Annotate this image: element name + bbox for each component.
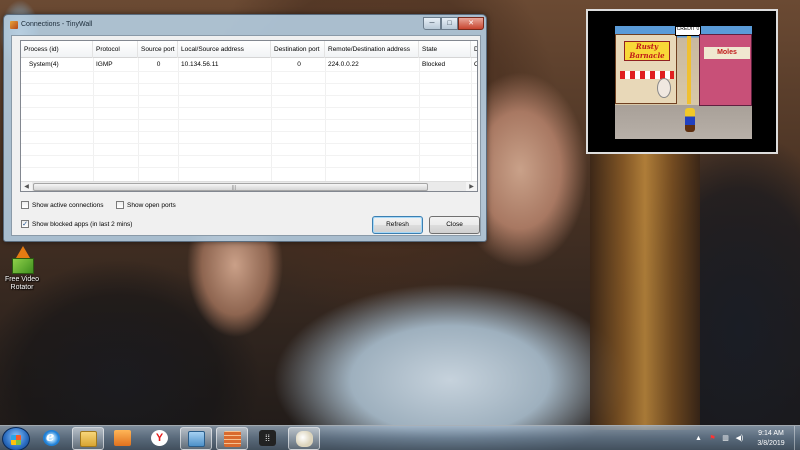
- credit-hud: CREDIT 0: [675, 26, 701, 36]
- scrollbar-grip-icon: |||: [232, 185, 236, 191]
- scrollbar-thumb[interactable]: |||: [33, 183, 428, 191]
- street-pole: [687, 36, 691, 104]
- shop-sign: Rusty Barnacle: [624, 41, 670, 61]
- cell-remote-address: 224.0.0.22: [328, 61, 359, 68]
- cell-protocol: IGMP: [96, 61, 113, 68]
- show-active-connections-checkbox[interactable]: Show active connections: [21, 201, 104, 209]
- taskbar-paint[interactable]: [288, 427, 320, 450]
- taskbar: e Y ⁞⁞ ▲ ⚑ ▥ ◀) 9:14 AM 3/8/2019: [0, 425, 800, 450]
- desktop-icon-free-video-rotator[interactable]: Free Video Rotator: [2, 246, 42, 292]
- paint-icon: [296, 431, 313, 447]
- yandex-browser-icon: Y: [151, 430, 168, 446]
- moles-building: Moles: [699, 34, 752, 106]
- connections-window: Connections - TinyWall ─ □ ✕ Process (id…: [3, 14, 487, 242]
- column-header-process[interactable]: Process (id): [21, 41, 93, 58]
- clock-date[interactable]: 3/8/2019: [752, 440, 790, 447]
- file-explorer-icon: [80, 431, 97, 447]
- video-rotator-icon: [8, 246, 36, 276]
- taskbar-blackberry[interactable]: ⁞⁞: [252, 427, 284, 450]
- moles-sign: Moles: [704, 47, 750, 59]
- player-character: [685, 108, 695, 132]
- show-open-ports-checkbox[interactable]: Show open ports: [116, 201, 176, 209]
- media-player-icon: [114, 430, 131, 446]
- internet-explorer-icon: e: [43, 430, 60, 446]
- connections-table[interactable]: Process (id) Protocol Source port Local/…: [20, 40, 478, 192]
- video-preview-window[interactable]: Rusty Barnacle CREDIT 0 Moles: [586, 9, 778, 154]
- checkbox-label: Show open ports: [127, 201, 176, 209]
- close-button[interactable]: Close: [429, 216, 480, 234]
- clock-time[interactable]: 9:14 AM: [752, 430, 790, 437]
- scroll-right-button[interactable]: ▶: [466, 182, 477, 191]
- start-button[interactable]: [2, 427, 30, 450]
- minimize-button[interactable]: ─: [423, 17, 441, 30]
- checkbox-label: Show blocked apps (in last 2 mins): [32, 220, 133, 228]
- table-header: Process (id) Protocol Source port Local/…: [21, 41, 477, 58]
- show-hidden-icons-arrow[interactable]: ▲: [694, 434, 703, 443]
- taskbar-yandex-browser[interactable]: Y: [144, 427, 176, 450]
- table-row[interactable]: System(4) IGMP 0 10.134.56.11 0 224.0.0.…: [21, 59, 477, 71]
- taskbar-media-player[interactable]: [107, 427, 139, 450]
- windows-logo-icon: [11, 435, 21, 445]
- window-client: Process (id) Protocol Source port Local/…: [11, 35, 481, 236]
- wallpaper-gold-frame: [590, 150, 700, 430]
- refresh-button[interactable]: Refresh: [372, 216, 423, 234]
- checkbox-label: Show active connections: [32, 201, 104, 209]
- game-frame: Rusty Barnacle CREDIT 0 Moles: [615, 26, 752, 139]
- column-header-state[interactable]: State: [419, 41, 471, 58]
- horizontal-scrollbar[interactable]: ◀ ||| ▶: [21, 181, 477, 191]
- checkbox-box[interactable]: [21, 201, 29, 209]
- close-window-button[interactable]: ✕: [458, 17, 484, 30]
- maximize-button[interactable]: □: [441, 17, 458, 30]
- network-icon[interactable]: ▥: [721, 434, 730, 443]
- column-header-direction[interactable]: Di: [471, 41, 477, 58]
- cell-source-port: 0: [156, 61, 161, 68]
- window-title: Connections - TinyWall: [21, 21, 93, 28]
- windows-explorer-icon: [188, 431, 205, 447]
- cell-destination-port: 0: [297, 61, 301, 68]
- title-bar[interactable]: Connections - TinyWall ─ □ ✕: [4, 15, 486, 35]
- taskbar-windows-explorer[interactable]: [180, 427, 212, 450]
- column-header-remote-address[interactable]: Remote/Destination address: [325, 41, 419, 58]
- firewall-brick-icon: [224, 431, 241, 447]
- volume-icon[interactable]: ◀): [735, 434, 744, 443]
- column-header-destination-port[interactable]: Destination port: [271, 41, 325, 58]
- cell-process: System(4): [29, 61, 59, 68]
- scroll-left-button[interactable]: ◀: [21, 182, 32, 191]
- cell-local-address: 10.134.56.11: [181, 61, 219, 68]
- show-desktop-button[interactable]: [794, 426, 800, 450]
- flag-icon[interactable]: ⚑: [708, 434, 717, 443]
- cell-state: Blocked: [422, 61, 446, 68]
- npc-character: [657, 78, 671, 98]
- taskbar-file-explorer[interactable]: [72, 427, 104, 450]
- cell-direction: Ou: [474, 59, 477, 71]
- checkbox-box-checked[interactable]: ✓: [21, 220, 29, 228]
- taskbar-tinywall[interactable]: [216, 427, 248, 450]
- blackberry-icon: ⁞⁞: [259, 430, 276, 446]
- tinywall-icon: [10, 21, 18, 29]
- taskbar-internet-explorer[interactable]: e: [36, 427, 68, 450]
- column-header-local-address[interactable]: Local/Source address: [178, 41, 271, 58]
- column-header-source-port[interactable]: Source port: [138, 41, 178, 58]
- show-blocked-apps-checkbox[interactable]: ✓ Show blocked apps (in last 2 mins): [21, 220, 132, 228]
- column-header-protocol[interactable]: Protocol: [93, 41, 138, 58]
- desktop-icon-label: Free Video Rotator: [4, 276, 40, 291]
- checkbox-box[interactable]: [116, 201, 124, 209]
